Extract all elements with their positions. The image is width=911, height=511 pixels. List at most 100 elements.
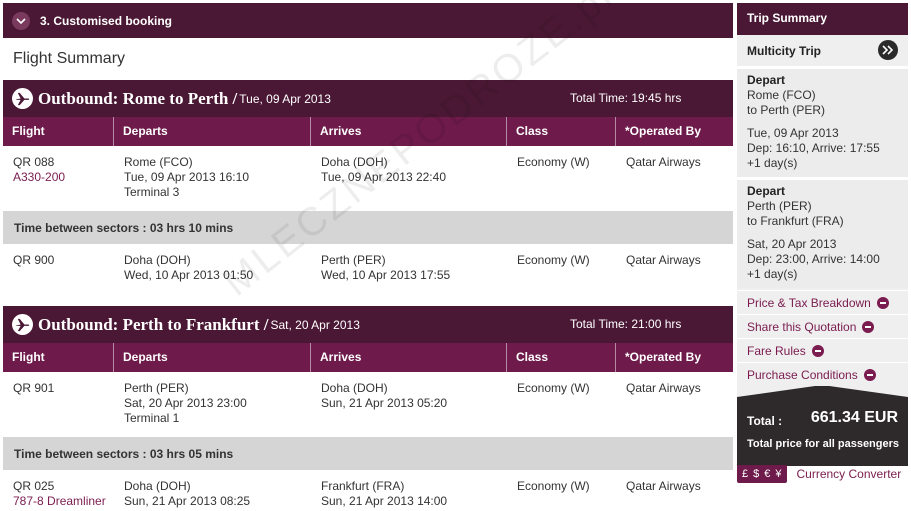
col-operated-by: *Operated By (625, 124, 702, 138)
trip-type[interactable]: Multicity Trip (737, 35, 908, 66)
leg-date: Tue, 09 Apr 2013 (239, 91, 331, 106)
dep-place: Rome (FCO) (124, 155, 193, 169)
operator: Qatar Airways (626, 155, 701, 169)
dep-place: Doha (DOH) (124, 253, 191, 267)
dep-time: Sat, 20 Apr 2013 23:00 (124, 396, 247, 410)
col-departs: Departs (114, 343, 311, 372)
trip-leg-summary: Depart Rome (FCO) to Perth (PER) Tue, 09… (737, 66, 908, 177)
segment-row: QR 025 787-8 Dreamliner Doha (DOH) Sun, 21… (3, 470, 733, 511)
step-header[interactable]: 3. Customised booking (3, 3, 733, 38)
arr-place: Doha (DOH) (321, 155, 388, 169)
trip-from: Perth (PER) (747, 199, 812, 213)
trip-date: Sat, 20 Apr 2013 (747, 237, 837, 251)
column-headers: Flight Departs Arrives Class *Operated B… (3, 117, 733, 146)
cabin-class: Economy (W) (517, 253, 590, 267)
sector-gap: Time between sectors : 03 hrs 10 mins (3, 211, 733, 244)
col-flight: Flight (3, 117, 114, 146)
double-arrow-icon[interactable] (878, 40, 898, 60)
dep-time: Sun, 21 Apr 2013 08:25 (124, 494, 251, 508)
operator: Qatar Airways (626, 253, 701, 267)
trip-leg-summary: Depart Perth (PER) to Frankfurt (FRA) Sa… (737, 177, 908, 288)
price-tax-link[interactable]: Price & Tax Breakdown (737, 290, 908, 314)
purchase-conditions-link[interactable]: Purchase Conditions (737, 362, 908, 386)
col-departs: Departs (114, 117, 311, 146)
collapse-icon[interactable] (862, 320, 875, 333)
col-class: Class (507, 343, 616, 372)
link-label[interactable]: Share this Quotation (747, 320, 856, 334)
cabin-class: Economy (W) (517, 381, 590, 395)
share-quotation-link[interactable]: Share this Quotation (737, 314, 908, 338)
currency-symbol: ¥ (775, 468, 782, 480)
leg-total-time: Total Time: 21:00 hrs (570, 317, 682, 331)
cabin-class: Economy (W) (517, 479, 590, 493)
trip-summary-panel: Trip Summary Multicity Trip Depart Rome … (737, 3, 908, 466)
plane-icon (12, 88, 33, 109)
col-arrives: Arrives (311, 343, 507, 372)
flight-number: QR 901 (13, 381, 55, 395)
page-title: Flight Summary (13, 50, 126, 67)
col-flight: Flight (3, 343, 114, 372)
leg-date: Sat, 20 Apr 2013 (270, 317, 360, 332)
total-value: 661.34 EUR (810, 409, 898, 426)
trip-date: Tue, 09 Apr 2013 (747, 126, 839, 140)
dep-place: Perth (PER) (124, 381, 189, 395)
leg-total-time: Total Time: 19:45 hrs (570, 91, 682, 105)
trip-type-label: Multicity Trip (747, 43, 822, 58)
leg-section: Outbound: Perth to Frankfurt / Sat, 20 A… (3, 306, 733, 511)
step-title: 3. Customised booking (40, 13, 173, 28)
currency-converter-link[interactable]: Currency Converter (797, 467, 902, 481)
arr-place: Frankfurt (FRA) (321, 479, 405, 493)
fare-rules-link[interactable]: Fare Rules (737, 338, 908, 362)
main-column: 3. Customised booking Flight Summary Out… (3, 3, 733, 511)
operator: Qatar Airways (626, 381, 701, 395)
arr-place: Perth (PER) (321, 253, 386, 267)
currency-symbol: € (764, 468, 771, 480)
flight-number: QR 088 (13, 155, 55, 169)
currency-converter[interactable]: £ $ € ¥ Currency Converter (737, 465, 901, 483)
arr-place: Doha (DOH) (321, 381, 388, 395)
total-note: Total price for all passengers (747, 438, 900, 450)
link-label[interactable]: Price & Tax Breakdown (747, 296, 871, 310)
currency-icon[interactable]: £ $ € ¥ (737, 465, 787, 483)
trip-to: to Frankfurt (FRA) (747, 214, 844, 228)
collapse-icon[interactable] (876, 296, 889, 309)
flight-number: QR 900 (13, 253, 55, 267)
trip-extra: +1 day(s) (747, 156, 798, 170)
link-label[interactable]: Fare Rules (747, 344, 806, 358)
dep-time: Tue, 09 Apr 2013 16:10 (124, 170, 249, 184)
leg-title: Outbound: Perth to Frankfurt / (38, 314, 269, 334)
trip-times: Dep: 23:00, Arrive: 14:00 (747, 252, 880, 266)
currency-symbol: $ (753, 468, 760, 480)
cabin-class: Economy (W) (517, 155, 590, 169)
trip-extra: +1 day(s) (747, 267, 798, 281)
arr-time: Wed, 10 Apr 2013 17:55 (321, 268, 451, 282)
total-label: Total : (747, 414, 783, 428)
aircraft-link[interactable]: 787-8 Dreamliner (13, 494, 114, 509)
sector-gap: Time between sectors : 03 hrs 05 mins (3, 437, 733, 470)
leg-section: Outbound: Rome to Perth / Tue, 09 Apr 20… (3, 80, 733, 298)
aircraft-link[interactable]: A330-200 (13, 170, 114, 185)
flight-number: QR 025 (13, 479, 55, 493)
dep-time: Wed, 10 Apr 2013 01:50 (124, 268, 254, 282)
arr-time: Sun, 21 Apr 2013 05:20 (321, 396, 448, 410)
col-class: Class (507, 117, 616, 146)
arr-time: Tue, 09 Apr 2013 22:40 (321, 170, 446, 184)
trip-to: to Perth (PER) (747, 103, 826, 117)
collapse-icon[interactable] (811, 344, 824, 357)
column-headers: Flight Departs Arrives Class *Operated B… (3, 343, 733, 372)
sidebar-links: Price & Tax Breakdown Share this Quotati… (737, 288, 908, 386)
arr-time: Sun, 21 Apr 2013 14:00 (321, 494, 448, 508)
col-operated-by: *Operated By (625, 350, 702, 364)
plane-icon (12, 314, 33, 335)
total-price-box: Total : 661.34 EUR Total price for all p… (737, 385, 908, 466)
link-label[interactable]: Purchase Conditions (747, 368, 858, 382)
operator: Qatar Airways (626, 479, 701, 493)
dep-place: Doha (DOH) (124, 479, 191, 493)
trip-summary-title: Trip Summary (737, 3, 908, 35)
segment-row: QR 901 Perth (PER) Sat, 20 Apr 2013 23:00… (3, 372, 733, 437)
collapse-icon[interactable] (863, 368, 876, 381)
segment-row: QR 088 A330-200 Rome (FCO) Tue, 09 Apr 201… (3, 146, 733, 211)
leg-header: Outbound: Rome to Perth / Tue, 09 Apr 20… (3, 80, 733, 117)
currency-symbol: £ (742, 468, 749, 480)
chevron-down-icon[interactable] (12, 11, 30, 30)
